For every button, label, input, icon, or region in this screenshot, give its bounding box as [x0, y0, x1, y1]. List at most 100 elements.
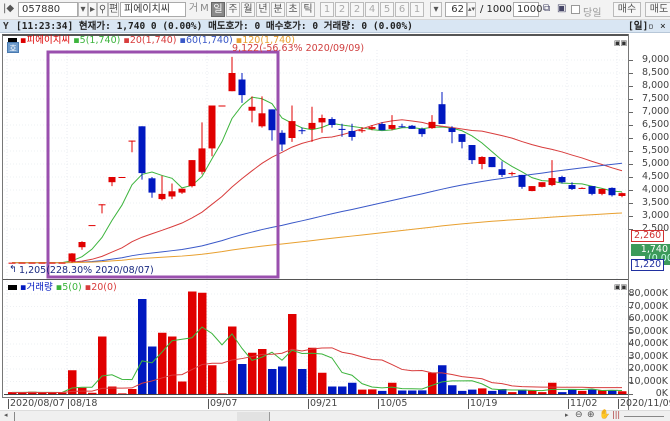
- volume-tick-mark: [629, 331, 633, 333]
- price-tick-mark: [629, 203, 633, 204]
- date-label: 2020/08/07: [8, 398, 65, 409]
- volume-bar: [368, 389, 377, 394]
- lower-limit-tag: 1,220: [631, 259, 665, 271]
- candle-body: [478, 156, 486, 164]
- volume-bar: [458, 390, 467, 394]
- price-tick-label: 4,500: [642, 171, 670, 182]
- candle-body: [598, 188, 606, 194]
- volume-bar: [388, 382, 397, 394]
- volume-tick-mark: [629, 381, 633, 383]
- volume-bar: [438, 365, 447, 394]
- volume-tick-label: 30,000K: [628, 350, 668, 362]
- volume-pane-maximize-icon[interactable]: ▣▣: [614, 283, 627, 291]
- candle-body: [348, 130, 356, 137]
- candle-body: [398, 126, 406, 128]
- price-tick-label: 4,000: [642, 184, 670, 195]
- candle-body: [228, 73, 236, 92]
- candle-body: [108, 177, 116, 183]
- scroll-thumb[interactable]: [237, 412, 270, 421]
- price-tick-mark: [629, 86, 633, 87]
- candle-body: [558, 177, 566, 183]
- candle-body: [18, 262, 26, 264]
- price-tick-mark: [629, 151, 633, 152]
- volume-bar: [198, 292, 207, 394]
- price-tick-mark: [629, 138, 633, 139]
- candle-body: [138, 126, 146, 174]
- volume-bar: [418, 390, 427, 394]
- hand-icon[interactable]: ✋: [599, 410, 610, 420]
- candle-body: [568, 185, 576, 189]
- volume-bar: [548, 382, 557, 394]
- volume-bar: [478, 388, 487, 394]
- zoom-out-icon[interactable]: ⊖: [575, 410, 583, 420]
- date-label: 09/07: [208, 398, 238, 409]
- candle-body: [38, 262, 46, 264]
- volume-bar: [398, 390, 407, 394]
- volume-tick-label: 60,000K: [628, 313, 668, 324]
- price-tick-mark: [629, 177, 633, 178]
- candle-body: [438, 104, 446, 124]
- volume-bar: [428, 372, 437, 394]
- high-annotation: 9,122(-56.63% 2020/09/09): [232, 43, 365, 54]
- horizontal-scrollbar[interactable]: ◂ ▸ ⊖ ⊕ ✋ |||: [0, 410, 670, 421]
- candle-body: [448, 128, 456, 133]
- volume-bar: [138, 299, 147, 394]
- candle-body: [578, 187, 586, 189]
- scroll-right-icon[interactable]: ▸: [565, 411, 569, 419]
- pane-maximize-icon[interactable]: ▣▣: [614, 39, 627, 47]
- legend-stock-name: 피에이치씨: [26, 35, 71, 46]
- candle-body: [368, 127, 376, 129]
- volume-bar: [238, 364, 247, 394]
- zoom-slider[interactable]: [624, 416, 664, 417]
- candle-body: [388, 125, 396, 129]
- volume-bar: [268, 369, 277, 394]
- legend-ma5: 5(1,740): [79, 35, 121, 46]
- price-ma60-line: [12, 162, 623, 264]
- date-label: 08/18: [68, 398, 98, 409]
- candle-body: [188, 160, 196, 187]
- chart-canvas[interactable]: [0, 0, 670, 421]
- price-tick-mark: [629, 190, 633, 191]
- volume-bar: [98, 336, 107, 394]
- volume-tick-mark: [629, 356, 633, 358]
- volume-tick-mark: [629, 344, 633, 345]
- candle-body: [258, 113, 266, 127]
- legend-ma60: 60(1,740): [186, 35, 233, 46]
- candle-body: [458, 134, 466, 142]
- price-tick-label: 5,000: [642, 158, 670, 169]
- price-tick-mark: [629, 60, 633, 61]
- volume-bar: [128, 389, 137, 394]
- volume-tick-label: 70,000K: [628, 300, 668, 312]
- candle-body: [508, 173, 516, 175]
- zoom-in-icon[interactable]: ⊕: [587, 410, 595, 420]
- volume-bar: [278, 366, 287, 394]
- candle-body: [118, 177, 126, 178]
- volume-tick-label: 10,000K: [628, 375, 668, 387]
- pane-divider: [3, 279, 628, 280]
- price-tick-label: 7,500: [642, 93, 670, 104]
- candle-body: [268, 109, 276, 131]
- volume-bar: [408, 390, 417, 394]
- volume-tick-label: 20,000K: [628, 363, 668, 374]
- candle-body: [68, 253, 76, 262]
- candle-body: [468, 145, 476, 161]
- scroll-left-icon[interactable]: ◂: [4, 411, 8, 419]
- volume-bar: [558, 392, 567, 394]
- bar-count-icon[interactable]: |||: [612, 410, 620, 419]
- candle-body: [358, 130, 366, 132]
- candle-body: [538, 182, 546, 187]
- candle-body: [178, 188, 186, 193]
- candle-body: [298, 130, 306, 132]
- legend-color-box[interactable]: [8, 285, 17, 290]
- legend-volume-ma20: 20(0): [91, 282, 117, 293]
- ho-button[interactable]: 호: [7, 42, 19, 53]
- candle-body: [378, 123, 386, 131]
- volume-tick-label: 80,000K: [628, 288, 668, 299]
- price-tick-mark: [629, 216, 633, 217]
- candle-body: [208, 105, 216, 149]
- volume-bar: [328, 386, 337, 394]
- candle-body: [128, 140, 136, 142]
- volume-bar: [348, 382, 357, 394]
- price-tick-label: 8,500: [642, 67, 670, 78]
- price-ma5-line: [12, 96, 623, 264]
